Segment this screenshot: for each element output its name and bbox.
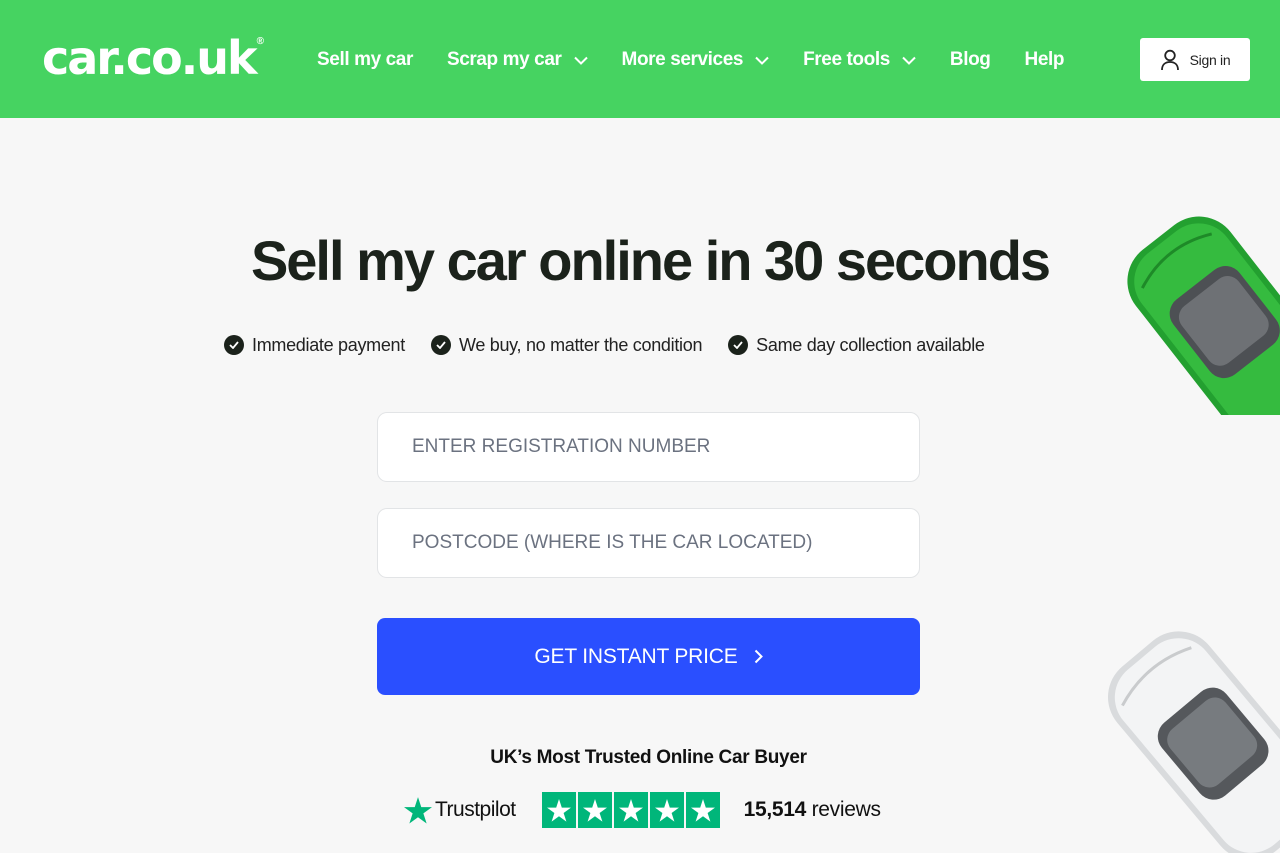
benefit-label: Same day collection available — [756, 334, 985, 355]
trustpilot-rating[interactable]: Trustpilot 15,514 reviews — [404, 792, 881, 828]
rating-star-icon — [613, 792, 648, 828]
nav-help[interactable]: Help — [1025, 49, 1065, 71]
benefit-label: We buy, no matter the condition — [458, 334, 703, 355]
check-circle-icon — [430, 335, 451, 355]
benefit-item: Same day collection available — [728, 334, 985, 356]
rating-star-icon — [541, 792, 576, 828]
logo-text: car.co.uk — [42, 31, 258, 85]
nav-label: Blog — [949, 49, 991, 70]
nav-label: Sell my car — [317, 49, 413, 70]
nav-label: More services — [621, 49, 744, 70]
user-icon — [1160, 49, 1179, 70]
white-car-image — [1107, 631, 1280, 853]
benefit-item: Immediate payment — [224, 335, 405, 356]
review-count-number: 15,514 — [743, 798, 807, 821]
trust-heading: UK’s Most Trusted Online Car Buyer — [490, 747, 807, 768]
rating-star-icon — [577, 792, 612, 828]
trustpilot-logo: Trustpilot — [404, 796, 516, 824]
sign-in-label: Sign in — [1189, 51, 1231, 68]
sign-in-button[interactable]: Sign in — [1140, 38, 1250, 81]
review-count: 15,514 reviews — [744, 798, 881, 822]
logo-registered-mark: ® — [256, 36, 264, 47]
chevron-down-icon — [755, 56, 769, 65]
nav-sell-my-car[interactable]: Sell my car — [317, 49, 413, 71]
review-count-word: reviews — [811, 798, 881, 821]
benefits-list: Immediate payment We buy, no matter the … — [224, 333, 1011, 357]
nav-scrap-my-car[interactable]: Scrap my car — [447, 49, 588, 71]
rating-star-icon — [685, 792, 720, 828]
postcode-input[interactable] — [378, 509, 919, 577]
rating-star-icon — [649, 792, 684, 828]
postcode-field — [377, 508, 920, 578]
cta-label: GET INSTANT PRICE — [534, 644, 738, 668]
main-nav: Sell my car Scrap my car More services F… — [317, 46, 1098, 74]
chevron-down-icon — [902, 56, 916, 65]
chevron-down-icon — [573, 56, 588, 65]
registration-input[interactable] — [378, 413, 919, 481]
nav-label: Scrap my car — [446, 49, 562, 70]
check-circle-icon — [728, 335, 749, 355]
nav-blog[interactable]: Blog — [950, 49, 991, 71]
trustpilot-stars — [541, 792, 722, 828]
get-instant-price-button[interactable]: GET INSTANT PRICE — [377, 618, 920, 695]
check-circle-icon — [224, 335, 244, 355]
site-header: car.co.uk ® Sell my car Scrap my car Mor… — [0, 0, 1280, 118]
nav-more-services[interactable]: More services — [622, 49, 770, 71]
trustpilot-star-icon — [404, 796, 432, 823]
nav-free-tools[interactable]: Free tools — [803, 49, 916, 71]
nav-label: Free tools — [803, 49, 890, 70]
benefit-label: Immediate payment — [252, 334, 405, 355]
benefit-item: We buy, no matter the condition — [430, 334, 703, 356]
page-title: Sell my car online in 30 seconds — [250, 229, 1051, 292]
chevron-right-icon — [754, 649, 763, 664]
site-logo[interactable]: car.co.uk ® — [42, 30, 264, 86]
nav-label: Help — [1024, 49, 1065, 70]
registration-field — [377, 412, 920, 482]
trustpilot-brand: Trustpilot — [435, 798, 516, 821]
